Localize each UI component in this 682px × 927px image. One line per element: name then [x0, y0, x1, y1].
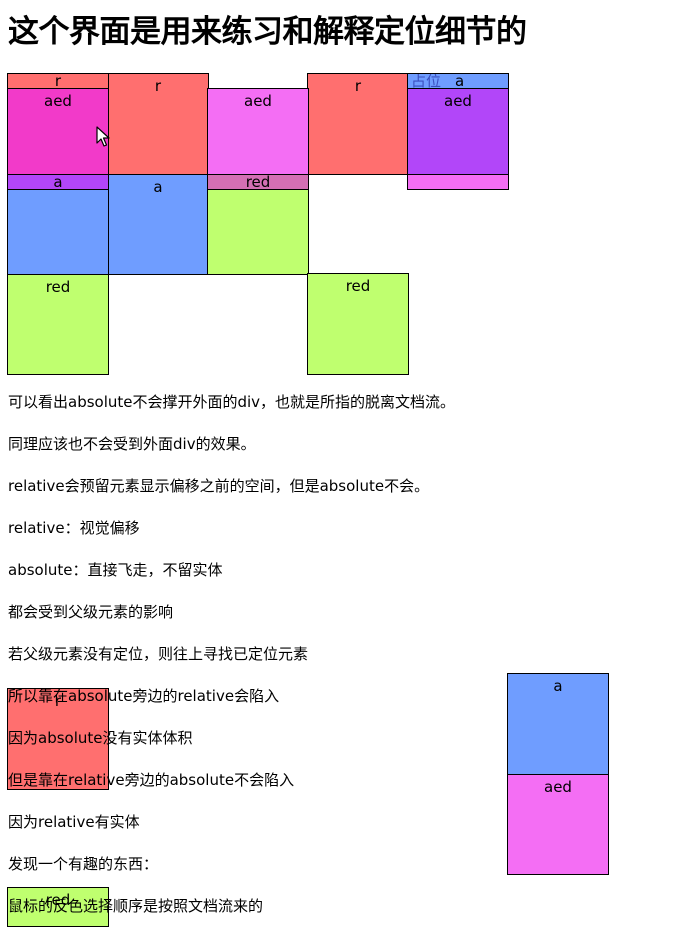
- box-a[interactable]: [7, 189, 109, 275]
- box-r[interactable]: r: [107, 73, 209, 175]
- box-a-strip[interactable]: a: [7, 174, 109, 190]
- box-red[interactable]: red: [7, 274, 109, 375]
- box-red-strip[interactable]: red: [207, 174, 309, 190]
- box-aed-strip: [407, 174, 509, 190]
- box-a-strip[interactable]: 占位 a: [407, 73, 509, 89]
- text-paragraph: relative会预留元素显示偏移之前的空间，但是absolute不会。: [8, 477, 430, 495]
- text-paragraph: 因为absolute没有实体体积: [8, 729, 193, 747]
- box-aed[interactable]: aed: [7, 88, 109, 175]
- text-paragraph: 若父级元素没有定位，则往上寻找已定位元素: [8, 645, 309, 663]
- text-paragraph: 同理应该也不会受到外面div的效果。: [8, 435, 256, 453]
- text-paragraph: 发现一个有趣的东西：: [8, 855, 159, 873]
- text-paragraph: 鼠标的反色选择顺序是按照文档流来的: [8, 897, 264, 915]
- box-a-label: a: [455, 73, 465, 89]
- page-title: 这个界面是用来练习和解释定位细节的: [8, 14, 527, 50]
- box-a[interactable]: a: [107, 174, 209, 275]
- text-paragraph: absolute：直接飞走，不留实体: [8, 561, 223, 579]
- box-red[interactable]: [207, 189, 309, 275]
- text-paragraph: 因为relative有实体: [8, 813, 140, 831]
- box-a[interactable]: a: [507, 673, 609, 775]
- text-paragraph: 都会受到父级元素的影响: [8, 603, 174, 621]
- box-r[interactable]: r: [307, 73, 409, 175]
- text-paragraph: 但是靠在relative旁边的absolute不会陷入: [8, 771, 295, 789]
- box-r-strip[interactable]: r: [7, 73, 109, 89]
- text-paragraph: relative：视觉偏移: [8, 519, 140, 537]
- placeholder-text: 占位: [411, 73, 442, 89]
- text-paragraph: 可以看出absolute不会撑开外面的div，也就是所指的脱离文档流。: [8, 393, 456, 411]
- box-red[interactable]: red: [307, 273, 409, 375]
- box-aed[interactable]: aed: [507, 774, 609, 875]
- mouse-cursor-icon: [96, 126, 110, 147]
- text-paragraph: 所以靠在absolute旁边的relative会陷入: [8, 687, 280, 705]
